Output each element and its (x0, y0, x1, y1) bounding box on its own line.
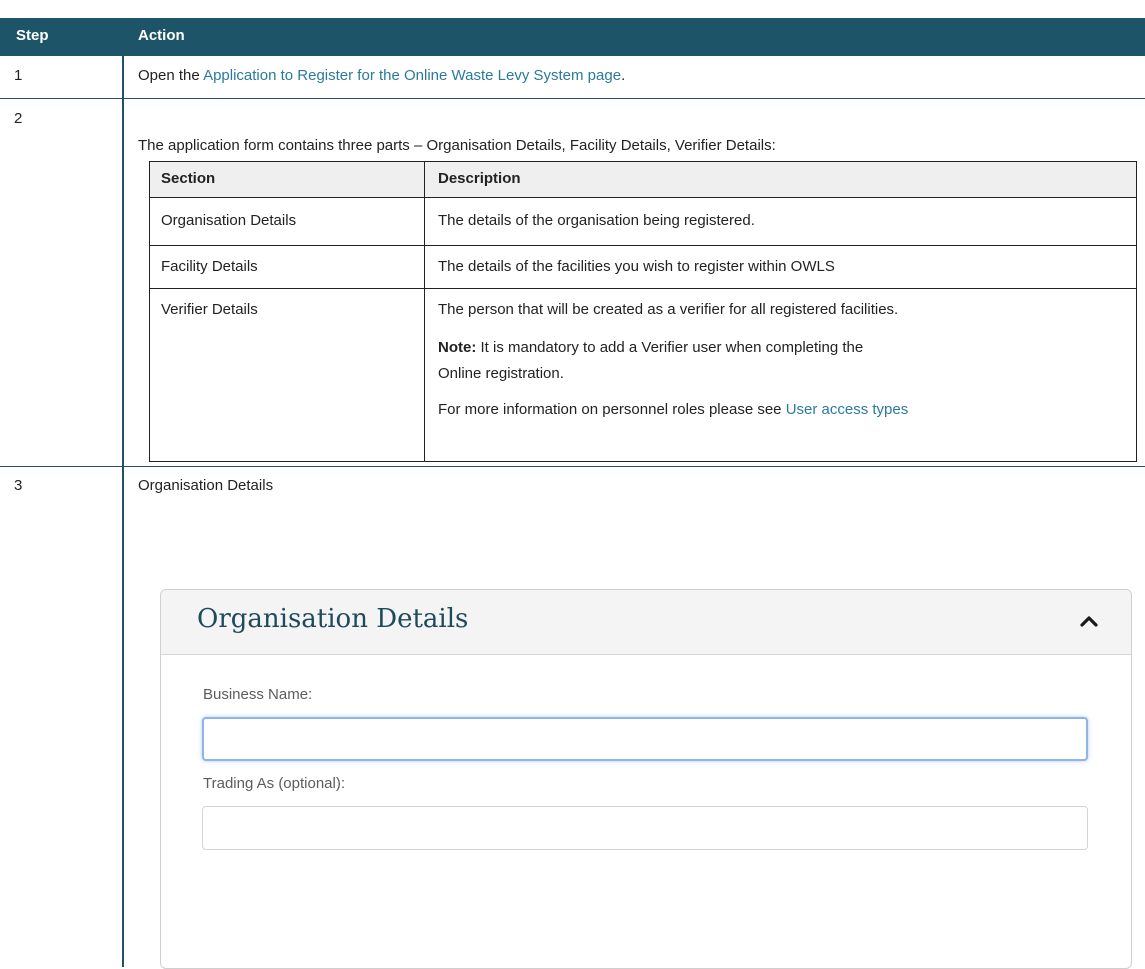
chevron-up-icon[interactable] (1077, 610, 1101, 634)
user-access-types-link[interactable]: User access types (786, 401, 909, 418)
action-text: . (621, 67, 626, 84)
business-name-label: Business Name: (203, 686, 313, 703)
section-header: Section (161, 170, 216, 187)
business-name-input[interactable] (202, 717, 1088, 761)
description-cell: The person that will be created as a ver… (438, 301, 899, 318)
note-label: Note: (438, 339, 477, 356)
description-header: Description (438, 170, 521, 187)
section-cell: Verifier Details (161, 301, 258, 318)
sections-table: Section Description Organisation Details… (149, 161, 1137, 462)
sections-table-header (149, 161, 1137, 197)
trading-as-input[interactable] (202, 806, 1088, 850)
register-page-link[interactable]: Application to Register for the Online W… (203, 67, 621, 84)
more-info-prefix: For more information on personnel roles … (438, 401, 786, 418)
description-cell: The details of the facilities you wish t… (438, 258, 835, 275)
step-action: Organisation Details (138, 477, 274, 494)
trading-as-label: Trading As (optional): (203, 775, 346, 792)
panel-title: Organisation Details (197, 604, 469, 634)
step-number: 1 (14, 67, 23, 84)
row-divider (0, 466, 1145, 467)
header-action: Action (138, 27, 185, 44)
row-divider (0, 98, 1145, 99)
action-text: Open the (138, 67, 204, 84)
step-action: The application form contains three part… (138, 137, 776, 154)
panel-header[interactable]: Organisation Details (161, 590, 1131, 655)
step-action: Open the Application to Register for the… (138, 67, 625, 84)
section-cell: Facility Details (161, 258, 258, 275)
table-header: Step Action (0, 18, 1145, 56)
step-number: 2 (14, 110, 23, 127)
organisation-details-panel: Organisation Details Business Name: Trad… (160, 589, 1132, 969)
header-step: Step (16, 27, 49, 44)
column-divider (122, 56, 124, 967)
note-text: Note: It is mandatory to add a Verifier … (438, 339, 863, 356)
note-line: Online registration. (438, 365, 564, 382)
more-info-text: For more information on personnel roles … (438, 401, 908, 418)
step-number: 3 (14, 477, 23, 494)
note-line: It is mandatory to add a Verifier user w… (476, 339, 864, 356)
section-cell: Organisation Details (161, 212, 297, 229)
description-cell: The details of the organisation being re… (438, 212, 755, 229)
